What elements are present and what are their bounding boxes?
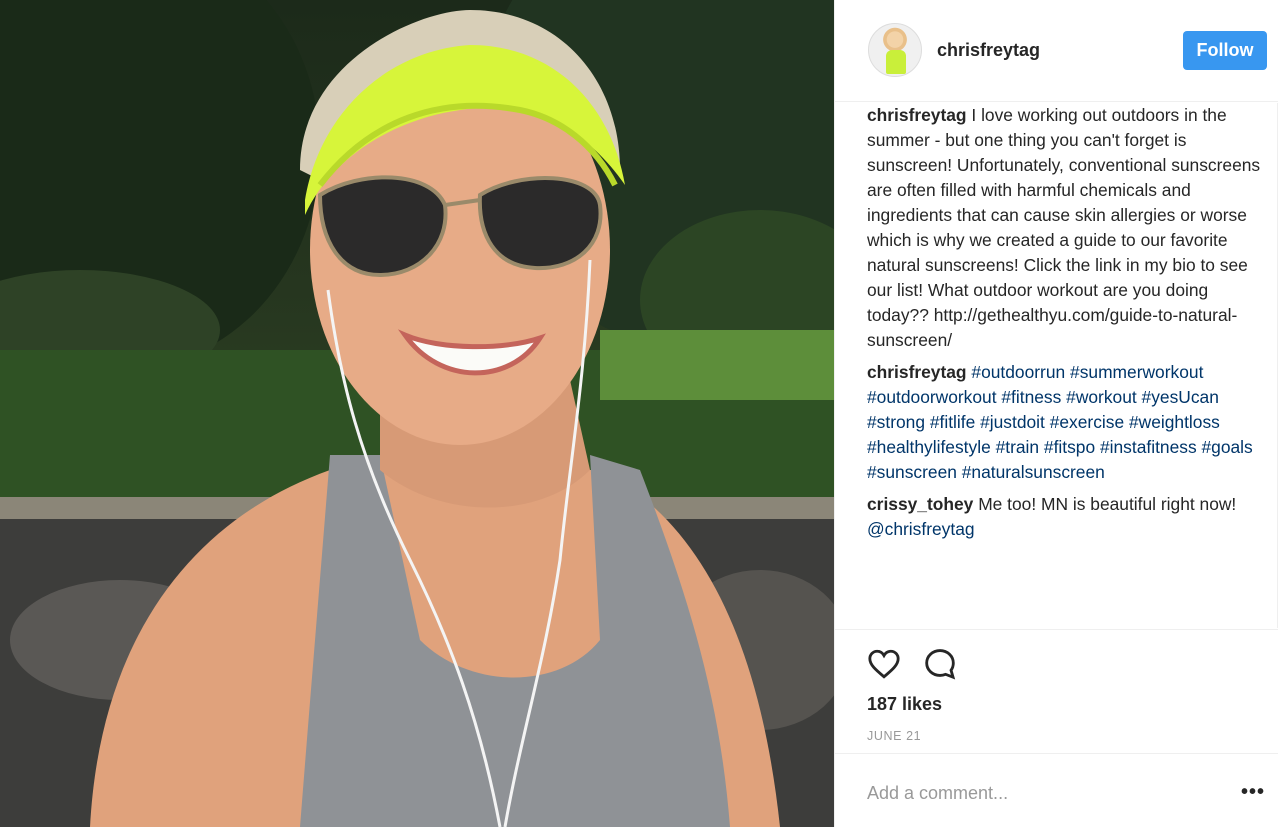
add-comment-bar: ••• <box>835 753 1278 827</box>
follow-button[interactable]: Follow <box>1183 31 1267 70</box>
post-header: chrisfreytag Follow <box>835 0 1278 102</box>
avatar[interactable] <box>868 23 922 77</box>
caption-comment: chrisfreytag I love working out outdoors… <box>867 103 1261 353</box>
post-date[interactable]: JUNE 21 <box>867 729 921 743</box>
post-username[interactable]: chrisfreytag <box>937 40 1040 61</box>
comment-username[interactable]: chrisfreytag <box>867 362 967 382</box>
post-actions: 187 likes JUNE 21 <box>835 629 1278 753</box>
comment-text: Me too! MN is beautiful right now! <box>978 494 1237 514</box>
post-sidebar: chrisfreytag Follow chrisfreytag I love … <box>834 0 1278 827</box>
comment-username[interactable]: crissy_tohey <box>867 494 973 514</box>
post-photo[interactable] <box>0 0 834 827</box>
likes-count[interactable]: 187 likes <box>867 694 942 715</box>
reply-comment: crissy_tohey Me too! MN is beautiful rig… <box>867 492 1261 542</box>
comment-username[interactable]: chrisfreytag <box>867 105 967 125</box>
comment-bubble-icon[interactable] <box>923 647 957 681</box>
comment-text: I love working out outdoors in the summe… <box>867 105 1261 350</box>
photo-illustration <box>0 0 834 827</box>
hashtag-comment: chrisfreytag #outdoorrun #summerworkout … <box>867 360 1261 485</box>
mention-link[interactable]: @chrisfreytag <box>867 519 975 539</box>
more-options-icon[interactable]: ••• <box>1241 782 1265 802</box>
comment-input[interactable] <box>867 776 1207 810</box>
heart-icon[interactable] <box>866 647 902 681</box>
comments-list[interactable]: chrisfreytag I love working out outdoors… <box>867 103 1261 629</box>
